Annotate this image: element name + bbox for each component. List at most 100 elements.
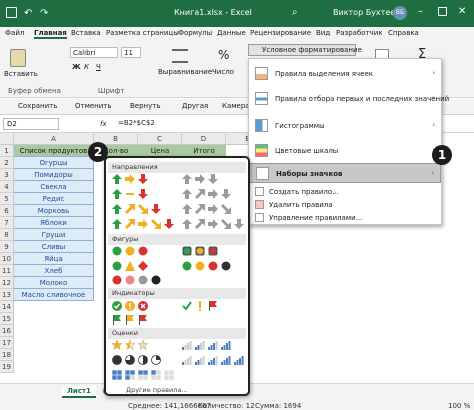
minimize-icon[interactable]: – <box>418 6 423 17</box>
alignment-icon[interactable] <box>172 49 188 63</box>
column-header-d[interactable]: D <box>182 133 226 145</box>
qat-redo-button[interactable]: Вернуть <box>130 102 160 110</box>
product-cell[interactable]: Хлеб <box>14 265 94 277</box>
menu-item-manage-rules[interactable]: Управление правилами... <box>249 213 441 224</box>
formula-input[interactable]: =B2*$C$2 <box>115 118 245 130</box>
corner-select-all[interactable] <box>0 133 14 145</box>
icon-set-stars[interactable] <box>111 339 246 352</box>
product-cell[interactable]: Яблоки <box>14 217 94 229</box>
ribbon-tabs: Файл Главная Вставка Разметка страницы Ф… <box>0 27 474 41</box>
product-cell[interactable]: Огурцы <box>14 157 94 169</box>
arrow-up-icon <box>182 219 192 229</box>
icon-set-arrows-3[interactable] <box>112 174 246 186</box>
tab-review[interactable]: Рецензирование <box>250 29 311 37</box>
product-cell[interactable]: Свекла <box>14 181 94 193</box>
sheet-tab[interactable]: Лист1 <box>62 386 96 398</box>
row-header[interactable]: 16 <box>0 325 14 337</box>
tab-help[interactable]: Справка <box>388 29 419 37</box>
tab-view[interactable]: Вид <box>316 29 330 37</box>
icon-set-quarters[interactable] <box>112 355 246 367</box>
row-header[interactable]: 13 <box>0 289 14 301</box>
row-header[interactable]: 6 <box>0 205 14 217</box>
undo-icon[interactable]: ↶ <box>24 8 32 19</box>
icon-set-signs[interactable] <box>112 261 246 273</box>
menu-item-top-bottom-rules[interactable]: Правила отбора первых и последних значен… <box>249 90 449 108</box>
font-size-select[interactable]: 11 <box>121 47 141 58</box>
row-header[interactable]: 15 <box>0 313 14 325</box>
icon-set-arrows-4[interactable] <box>112 204 246 216</box>
row-header[interactable]: 4 <box>0 181 14 193</box>
bold-button[interactable]: Ж <box>72 63 81 71</box>
data-bars-icon <box>255 119 268 132</box>
product-cell[interactable]: Масло сливочное <box>14 289 94 301</box>
qat-save-button[interactable]: Сохранить <box>18 102 57 110</box>
qat-camera-button[interactable]: Камера <box>222 102 250 110</box>
row-header[interactable]: 3 <box>0 169 14 181</box>
row-header[interactable]: 8 <box>0 229 14 241</box>
product-cell[interactable]: Молоко <box>14 277 94 289</box>
tab-home[interactable]: Главная <box>34 29 67 39</box>
more-rules-link[interactable]: Другие правила... <box>126 386 188 394</box>
paste-icon[interactable] <box>10 49 26 67</box>
search-icon[interactable]: ⌕ <box>292 7 298 18</box>
menu-item-color-scales[interactable]: Цветовые шкалы › <box>249 142 441 160</box>
row-header[interactable]: 9 <box>0 241 14 253</box>
row-header[interactable]: 7 <box>0 217 14 229</box>
percent-icon[interactable]: % <box>218 48 229 62</box>
menu-item-highlight-rules[interactable]: Правила выделения ячеек › <box>249 65 441 83</box>
row-header[interactable]: 18 <box>0 349 14 361</box>
redo-icon[interactable]: ↷ <box>40 8 48 19</box>
alignment-label[interactable]: Выравнивание <box>158 68 212 76</box>
row-header[interactable]: 19 <box>0 361 14 373</box>
row-header[interactable]: 12 <box>0 277 14 289</box>
tab-page-layout[interactable]: Разметка страницы <box>106 29 179 37</box>
name-box[interactable]: D2 <box>3 118 59 130</box>
tab-insert[interactable]: Вставка <box>71 29 101 37</box>
bars3-icon <box>208 355 218 365</box>
icon-set-symbols[interactable] <box>112 301 246 313</box>
cond-format-label[interactable]: Условное форматирование <box>262 46 362 54</box>
menu-item-data-bars[interactable]: Гистограммы › <box>249 117 441 135</box>
icon-set-boxes[interactable] <box>112 370 246 382</box>
row-header[interactable]: 14 <box>0 301 14 313</box>
tab-data[interactable]: Данные <box>217 29 246 37</box>
menu-item-clear-rules[interactable]: Удалить правила <box>249 200 441 211</box>
tab-file[interactable]: Файл <box>5 29 24 37</box>
row-header[interactable]: 2 <box>0 157 14 169</box>
menu-item-icon-sets[interactable]: Наборы значков › <box>249 163 441 183</box>
product-cell[interactable]: Сливы <box>14 241 94 253</box>
menu-item-new-rule[interactable]: Создать правило... <box>249 187 441 198</box>
icon-set-flags[interactable] <box>112 315 246 327</box>
number-label[interactable]: Число <box>212 68 234 76</box>
row-header[interactable]: 11 <box>0 265 14 277</box>
save-icon[interactable] <box>6 7 17 18</box>
row-header[interactable]: 10 <box>0 253 14 265</box>
underline-button[interactable]: Ч <box>96 63 101 71</box>
tab-formulas[interactable]: Формулы <box>178 29 212 37</box>
icon-set-red-to-black[interactable] <box>112 275 246 287</box>
qat-other-button[interactable]: Другая <box>182 102 208 110</box>
product-cell[interactable]: Помидоры <box>14 169 94 181</box>
header-cell-a[interactable]: Список продуктов <box>14 145 94 157</box>
zoom-level[interactable]: 100 % <box>448 402 470 410</box>
close-icon[interactable]: ✕ <box>458 6 466 17</box>
row-header[interactable]: 17 <box>0 337 14 349</box>
product-cell[interactable]: Редис <box>14 193 94 205</box>
row-header[interactable]: 1 <box>0 145 14 157</box>
icon-set-traffic-lights[interactable] <box>112 246 246 258</box>
qat-undo-button[interactable]: Отменить <box>75 102 112 110</box>
maximize-icon[interactable] <box>438 7 447 16</box>
row-header[interactable]: 5 <box>0 193 14 205</box>
product-cell[interactable]: Морковь <box>14 205 94 217</box>
column-header-a[interactable]: A <box>14 133 94 145</box>
product-cell[interactable]: Груши <box>14 229 94 241</box>
paste-label[interactable]: Вставить <box>4 70 38 78</box>
icon-set-triangles[interactable] <box>112 189 246 201</box>
product-cell[interactable]: Яйца <box>14 253 94 265</box>
icon-set-arrows-5[interactable] <box>112 219 246 231</box>
font-name-select[interactable]: Calibri <box>70 47 118 58</box>
italic-button[interactable]: К <box>84 63 89 71</box>
column-header-c[interactable]: C <box>138 133 182 145</box>
tab-developer[interactable]: Разработчик <box>336 29 383 37</box>
avatar[interactable]: ВБ <box>393 6 407 20</box>
